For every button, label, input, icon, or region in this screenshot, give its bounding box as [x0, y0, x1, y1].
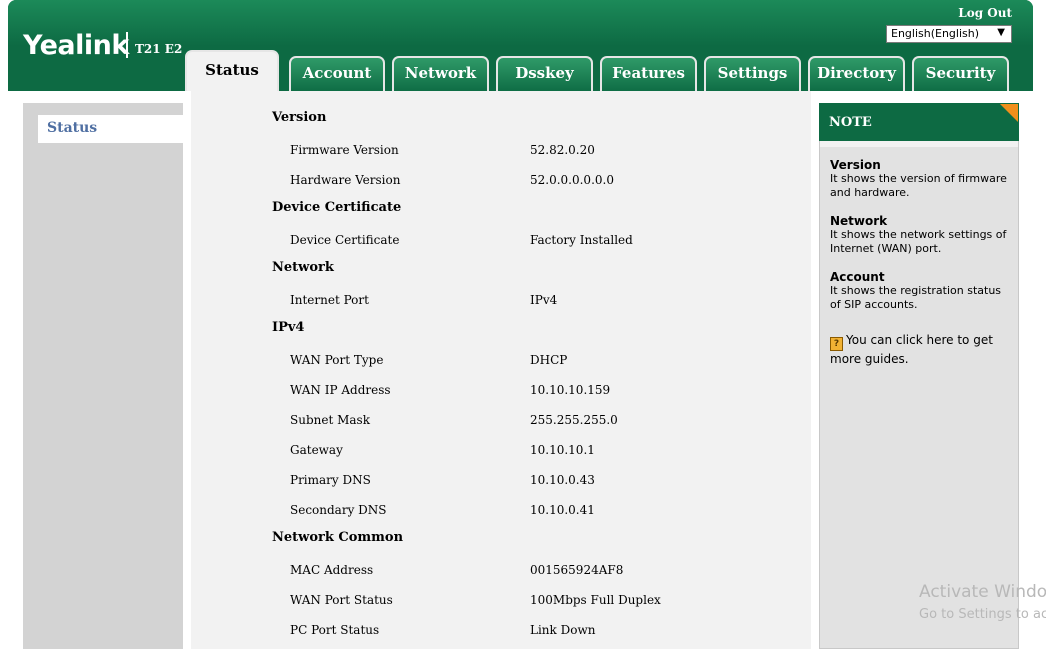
main-tabs: Status Account Network Dsskey Features S… [8, 50, 1033, 91]
logout-link[interactable]: Log Out [958, 6, 1012, 20]
sidebar-item-status[interactable]: Status [38, 115, 183, 143]
secondary-dns-label: Secondary DNS [290, 503, 387, 517]
primary-dns-value: 10.10.0.43 [530, 473, 595, 487]
pc-port-status-label: PC Port Status [290, 623, 380, 637]
note-account: Account It shows the registration status… [830, 270, 1012, 312]
gateway-label: Gateway [290, 443, 343, 457]
note-version: Version It shows the version of firmware… [830, 158, 1012, 200]
note-version-text: It shows the version of firmware and har… [830, 172, 1007, 199]
guide-book-icon: ? [830, 337, 843, 351]
primary-dns-label: Primary DNS [290, 473, 371, 487]
firmware-version-label: Firmware Version [290, 143, 399, 157]
guide-link[interactable]: ? You can click here to get more guides. [830, 332, 1010, 367]
firmware-version-value: 52.82.0.20 [530, 143, 595, 157]
header-bar: Yealink T21 E2 Log Out English(English) … [8, 0, 1033, 91]
language-value: English(English) [891, 27, 980, 40]
section-ipv4-title: IPv4 [272, 320, 305, 335]
section-version-title: Version [272, 110, 327, 125]
note-network: Network It shows the network settings of… [830, 214, 1012, 256]
wan-port-status-label: WAN Port Status [290, 593, 393, 607]
dropdown-arrow-icon: ▼ [997, 27, 1005, 38]
tab-settings[interactable]: Settings [704, 56, 801, 91]
wan-port-type-label: WAN Port Type [290, 353, 384, 367]
note-network-text: It shows the network settings of Interne… [830, 228, 1007, 255]
device-certificate-label: Device Certificate [290, 233, 400, 247]
left-sidebar: Status [23, 103, 183, 649]
section-network-title: Network [272, 260, 334, 275]
note-divider [820, 141, 1018, 147]
wan-port-status-value: 100Mbps Full Duplex [530, 593, 661, 607]
language-select[interactable]: English(English) ▼ [886, 25, 1012, 43]
tab-status[interactable]: Status [185, 50, 279, 91]
note-version-heading: Version [830, 158, 881, 172]
subnet-mask-value: 255.255.255.0 [530, 413, 618, 427]
note-account-text: It shows the registration status of SIP … [830, 284, 1002, 311]
section-network-common-title: Network Common [272, 530, 404, 545]
note-network-heading: Network [830, 214, 888, 228]
mac-address-label: MAC Address [290, 563, 374, 577]
note-title: NOTE [819, 103, 1019, 141]
tab-directory[interactable]: Directory [808, 56, 905, 91]
wan-port-type-value: DHCP [530, 353, 568, 367]
gateway-value: 10.10.10.1 [530, 443, 595, 457]
wan-ip-address-label: WAN IP Address [290, 383, 391, 397]
tab-security[interactable]: Security [912, 56, 1009, 91]
note-corner-fold [1000, 104, 1018, 122]
watermark-line-1: Activate Windo [919, 582, 1046, 602]
note-panel: NOTE Version It shows the version of fir… [819, 103, 1019, 649]
watermark-line-2: Go to Settings to ac [919, 607, 1046, 622]
hardware-version-value: 52.0.0.0.0.0.0 [530, 173, 614, 187]
note-account-heading: Account [830, 270, 885, 284]
section-device-certificate-title: Device Certificate [272, 200, 402, 215]
internet-port-label: Internet Port [290, 293, 369, 307]
mac-address-value: 001565924AF8 [530, 563, 624, 577]
wan-ip-address-value: 10.10.10.159 [530, 383, 611, 397]
tab-features[interactable]: Features [600, 56, 697, 91]
tab-account[interactable]: Account [289, 56, 385, 91]
status-content: Version Firmware Version 52.82.0.20 Hard… [191, 91, 811, 649]
pc-port-status-value: Link Down [530, 623, 596, 637]
secondary-dns-value: 10.10.0.41 [530, 503, 595, 517]
hardware-version-label: Hardware Version [290, 173, 401, 187]
guide-link-text: You can click here to get more guides. [830, 333, 993, 366]
device-certificate-value: Factory Installed [530, 233, 633, 247]
internet-port-value: IPv4 [530, 293, 558, 307]
tab-network[interactable]: Network [392, 56, 489, 91]
subnet-mask-label: Subnet Mask [290, 413, 370, 427]
tab-dsskey[interactable]: Dsskey [496, 56, 593, 91]
